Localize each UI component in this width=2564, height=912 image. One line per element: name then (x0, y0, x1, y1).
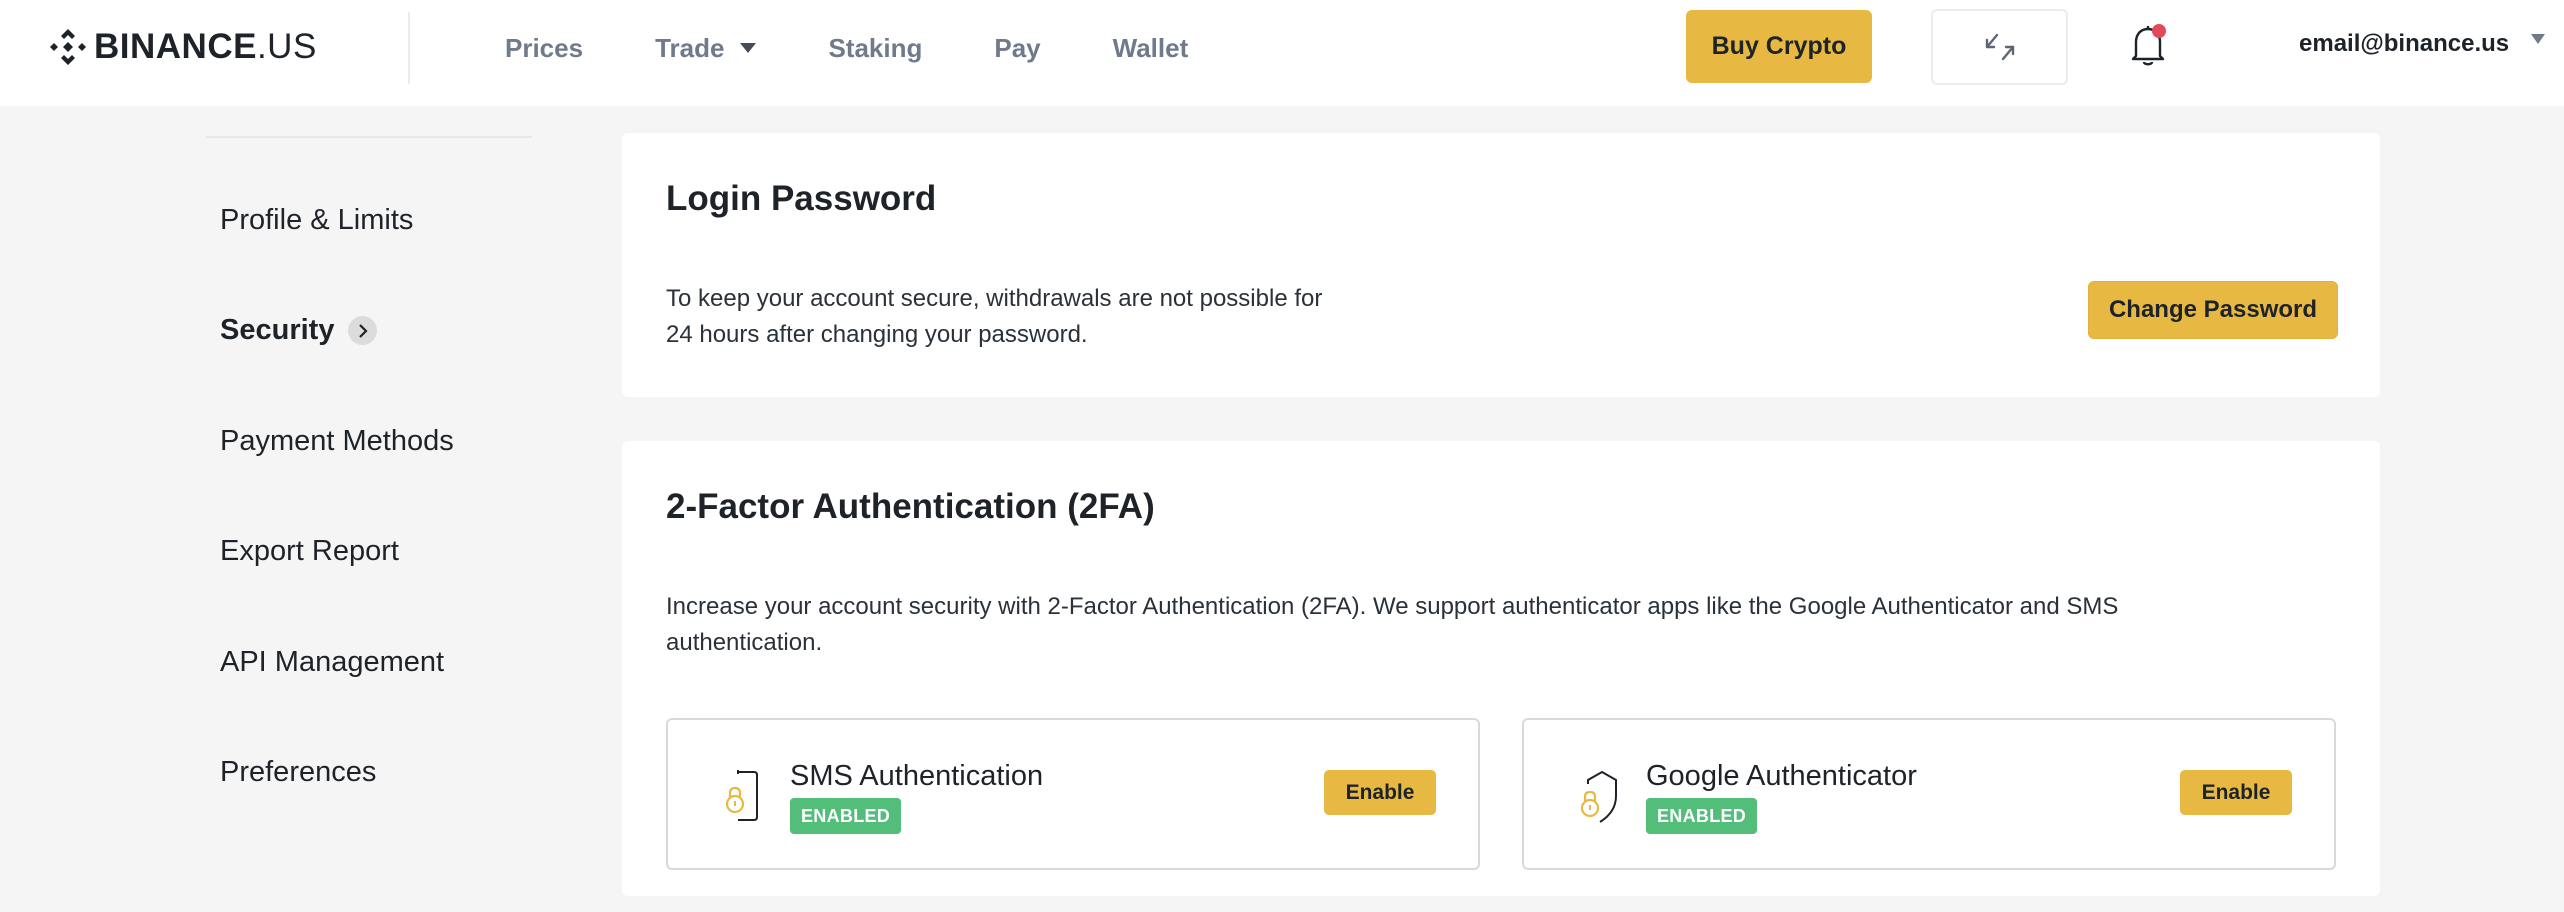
nav-label: Wallet (1112, 32, 1189, 63)
buy-crypto-button[interactable]: Buy Crypto (1686, 10, 1872, 83)
swap-arrows-icon (1985, 33, 2014, 61)
notifications-button[interactable] (2128, 22, 2168, 70)
sms-authentication-option: SMS Authentication ENABLED Enable (666, 718, 1480, 870)
phone-lock-icon (725, 770, 758, 821)
logo-suffix: .US (256, 27, 317, 66)
main-nav: Prices Trade Staking Pay Wallet (505, 0, 1260, 96)
nav-staking[interactable]: Staking (828, 33, 922, 64)
two-factor-card: 2-Factor Authentication (2FA) Increase y… (622, 441, 2380, 896)
login-password-title: Login Password (666, 179, 937, 218)
change-password-button[interactable]: Change Password (2088, 281, 2338, 339)
description-line: authentication. (666, 629, 823, 656)
login-password-description: To keep your account secure, withdrawals… (666, 281, 1322, 353)
two-factor-title: 2-Factor Authentication (2FA) (666, 487, 1155, 526)
sidebar-item-export-report[interactable]: Export Report (220, 535, 399, 568)
google-authenticator-option: Google Authenticator ENABLED Enable (1522, 718, 2336, 870)
logo-brand: BINANCE (94, 27, 257, 66)
nav-label: Staking (828, 32, 923, 63)
shield-lock-icon (1580, 770, 1617, 823)
chevron-right-icon (348, 316, 378, 345)
sidebar-item-api-management[interactable]: API Management (220, 646, 444, 679)
binance-diamond-icon (50, 29, 86, 65)
logo-text: BINANCE.US (94, 27, 317, 67)
enable-google-authenticator-button[interactable]: Enable (2180, 770, 2292, 815)
header-divider (408, 12, 410, 84)
description-line: Increase your account security with 2-Fa… (666, 593, 2119, 620)
sidebar-item-label: Payment Methods (220, 425, 454, 457)
nav-label: Trade (655, 32, 725, 63)
nav-wallet[interactable]: Wallet (1113, 33, 1189, 64)
convert-button[interactable] (1931, 9, 2068, 85)
sidebar-item-label: Security (220, 314, 335, 346)
sidebar-item-label: API Management (220, 646, 445, 678)
enable-sms-button[interactable]: Enable (1324, 770, 1436, 815)
nav-prices[interactable]: Prices (505, 33, 583, 64)
sidebar-item-payment-methods[interactable]: Payment Methods (220, 425, 454, 458)
caret-down-icon (740, 43, 757, 53)
nav-label: Pay (994, 32, 1041, 63)
account-menu[interactable]: email@binance.us (2299, 30, 2546, 58)
sidebar-item-profile-limits[interactable]: Profile & Limits (220, 204, 413, 237)
method-name: Google Authenticator (1646, 760, 1917, 792)
login-password-card: Login Password To keep your account secu… (622, 133, 2380, 397)
binance-us-logo[interactable]: BINANCE.US (46, 24, 317, 70)
nav-trade[interactable]: Trade (655, 32, 757, 64)
notification-dot (2152, 24, 2166, 38)
two-factor-description: Increase your account security with 2-Fa… (666, 589, 2118, 661)
sidebar-item-label: Export Report (220, 535, 399, 567)
sidebar-item-label: Profile & Limits (220, 204, 414, 236)
sidebar-item-label: Preferences (220, 756, 377, 788)
account-email: email@binance.us (2299, 30, 2510, 57)
method-name: SMS Authentication (790, 760, 1044, 792)
description-line: 24 hours after changing your password. (666, 321, 1088, 348)
enabled-status-badge: ENABLED (790, 798, 902, 834)
nav-pay[interactable]: Pay (994, 33, 1040, 64)
top-header: BINANCE.US Prices Trade Staking Pay Wall… (0, 0, 2564, 106)
enabled-status-badge: ENABLED (1646, 798, 1758, 834)
caret-down-icon (2531, 34, 2546, 44)
nav-label: Prices (505, 32, 584, 63)
description-line: To keep your account secure, withdrawals… (666, 285, 1323, 312)
sidebar-item-security[interactable]: Security (220, 314, 378, 347)
sidebar-item-preferences[interactable]: Preferences (220, 756, 376, 789)
sidebar-divider (206, 136, 532, 138)
